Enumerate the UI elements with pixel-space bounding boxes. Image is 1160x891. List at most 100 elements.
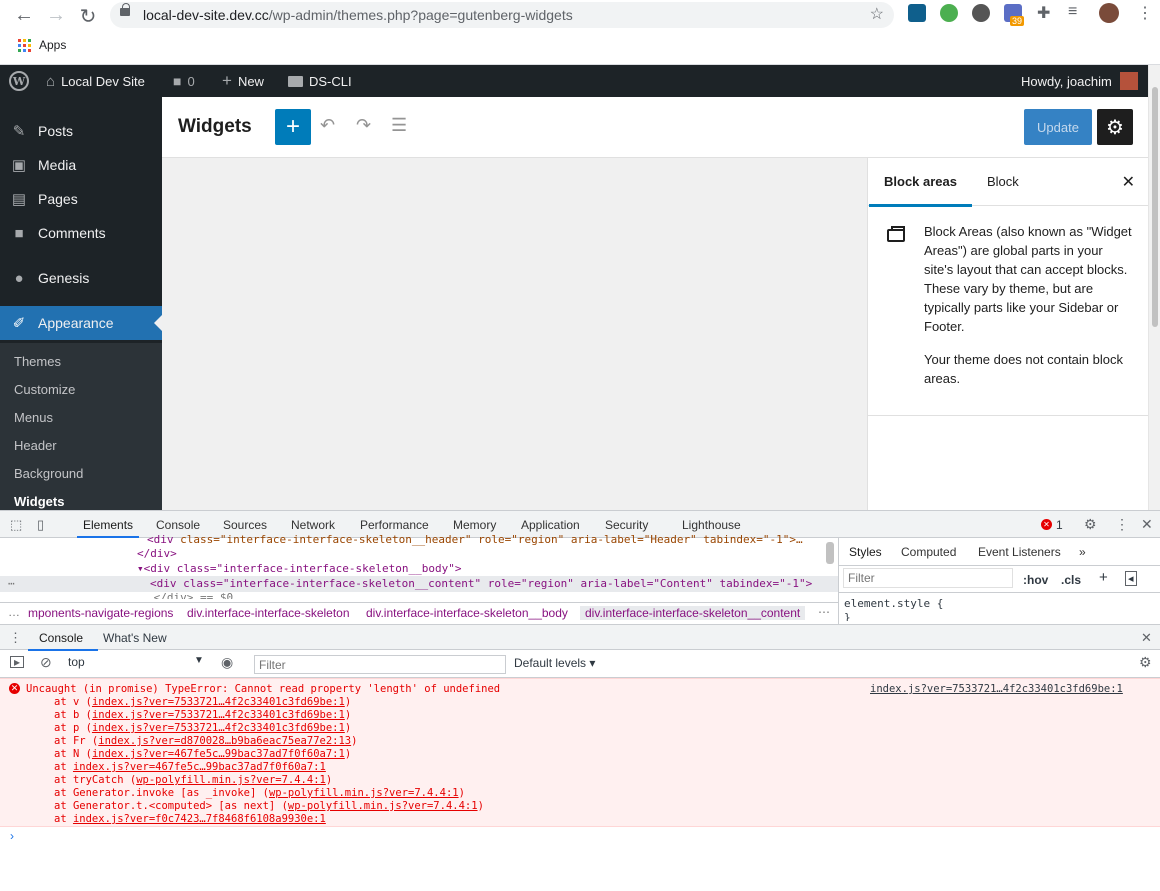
log-levels-select[interactable]: Default levels ▾	[514, 656, 595, 670]
ellipsis-icon[interactable]: …	[8, 605, 20, 619]
tab-block-areas[interactable]: Block areas	[869, 174, 972, 207]
element-style-rule[interactable]: element.style {	[844, 597, 943, 610]
breadcrumb-item[interactable]: mponents-navigate-regions	[28, 606, 173, 620]
context-select[interactable]: top ▼	[68, 655, 206, 673]
stack-frame-link[interactable]: index.js?ver=467fe5c…99bac37ad7f0f60a7:1	[73, 761, 326, 773]
menu-kebab-icon[interactable]: ⋮	[1115, 516, 1129, 533]
comments-link[interactable]: ■ 0	[173, 65, 195, 97]
my-account-link[interactable]: Howdy, joachim	[1021, 65, 1138, 97]
stack-frame-link[interactable]: index.js?ver=7533721…4f2c33401c3fd69be:1	[92, 709, 345, 721]
error-text[interactable]: Uncaught (in promise) TypeError: Cannot …	[26, 683, 500, 695]
analytics-extension-icon[interactable]	[908, 4, 926, 22]
dom-line[interactable]: </div>	[137, 547, 177, 560]
tab-console[interactable]: Console	[156, 518, 200, 532]
error-count[interactable]: 1	[1056, 518, 1063, 532]
extension-icon[interactable]	[972, 4, 990, 22]
puzzle-icon[interactable]: ✚	[1037, 3, 1050, 23]
submenu-header[interactable]: Header	[14, 438, 57, 453]
console-prompt-icon[interactable]: ›	[10, 829, 14, 843]
hov-toggle[interactable]: :hov	[1023, 573, 1048, 587]
submenu-menus[interactable]: Menus	[14, 410, 53, 425]
tab-elements[interactable]: Elements	[76, 518, 140, 538]
close-icon[interactable]: ✕	[1122, 172, 1135, 192]
dom-line[interactable]: …</div> == $0	[147, 591, 233, 599]
tab-event-listeners[interactable]: Event Listeners	[978, 545, 1061, 559]
sidebar-item-comments[interactable]: ■ Comments	[0, 216, 162, 250]
media-queue-icon[interactable]: ≡	[1068, 3, 1077, 21]
menu-kebab-icon[interactable]: ⋮	[1137, 3, 1153, 23]
profile-avatar[interactable]	[1099, 3, 1119, 23]
tab-network[interactable]: Network	[291, 518, 335, 532]
submenu-customize[interactable]: Customize	[14, 382, 75, 397]
breadcrumb-item[interactable]: div.interface-interface-skeleton__body	[366, 606, 568, 620]
add-block-button[interactable]: +	[275, 109, 311, 145]
sidebar-item-media[interactable]: ▣ Media	[0, 148, 162, 182]
stack-frame-link[interactable]: index.js?ver=467fe5c…99bac37ad7f0f60a7:1	[92, 748, 345, 760]
update-button[interactable]: Update	[1024, 109, 1092, 145]
breadcrumb-item-selected[interactable]: div.interface-interface-skeleton__conten…	[580, 606, 806, 620]
tab-lighthouse[interactable]: Lighthouse	[682, 518, 741, 532]
drawer-tab-console[interactable]: Console	[39, 631, 83, 645]
gear-icon[interactable]: ⚙	[1139, 654, 1152, 671]
stack-frame-link[interactable]: index.js?ver=7533721…4f2c33401c3fd69be:1	[92, 696, 345, 708]
page-scrollbar[interactable]	[1148, 65, 1160, 510]
chrome-extension-icon[interactable]	[940, 4, 958, 22]
cls-toggle[interactable]: .cls	[1061, 573, 1081, 587]
sidebar-item-pages[interactable]: ▤ Pages	[0, 182, 162, 216]
more-tabs-icon[interactable]: »	[1079, 545, 1086, 559]
submenu-background[interactable]: Background	[14, 466, 83, 481]
error-icon[interactable]: ✕	[1041, 519, 1052, 530]
tab-security[interactable]: Security	[605, 518, 648, 532]
inspect-icon[interactable]: ⬚	[10, 517, 22, 533]
tab-styles[interactable]: Styles	[849, 545, 882, 559]
scroll-thumb[interactable]	[1152, 87, 1158, 327]
sidebar-item-posts[interactable]: ✎ Posts	[0, 114, 162, 148]
stack-frame-link[interactable]: index.js?ver=f0c7423…7f8468f6108a9930e:1	[73, 813, 326, 825]
wp-logo-button[interactable]: W	[9, 65, 29, 97]
reload-icon[interactable]: ↻	[76, 4, 100, 29]
add-rule-icon[interactable]: +	[1099, 569, 1108, 586]
sidebar-toggle-icon[interactable]: ◂	[1125, 571, 1137, 586]
breadcrumb-item[interactable]: div.interface-interface-skeleton	[187, 606, 350, 620]
redo-icon[interactable]: ↷	[356, 115, 371, 136]
console-filter-input[interactable]	[254, 655, 506, 674]
eye-icon[interactable]: ◉	[221, 654, 233, 671]
undo-icon[interactable]: ↶	[320, 115, 335, 136]
device-toolbar-icon[interactable]: ▯	[37, 517, 44, 533]
bookmark-apps[interactable]: Apps	[18, 38, 66, 53]
close-icon[interactable]: ✕	[1141, 516, 1153, 533]
gear-icon[interactable]: ⚙	[1084, 516, 1097, 533]
bookmark-star-icon[interactable]: ☆	[870, 4, 884, 24]
tab-block[interactable]: Block	[987, 174, 1019, 189]
tab-computed[interactable]: Computed	[901, 545, 956, 559]
sidebar-item-genesis[interactable]: ● Genesis	[0, 261, 162, 295]
error-source-link[interactable]: index.js?ver=7533721…4f2c33401c3fd69be:1	[870, 683, 1123, 695]
settings-button[interactable]: ⚙	[1097, 109, 1133, 145]
dom-line[interactable]: <div class="interface-interface-skeleton…	[147, 533, 803, 546]
submenu-themes[interactable]: Themes	[14, 354, 61, 369]
tab-sources[interactable]: Sources	[223, 518, 267, 532]
new-content-link[interactable]: + New	[222, 65, 264, 97]
ellipsis-icon[interactable]: ⋯	[818, 605, 830, 619]
forward-icon[interactable]: →	[44, 4, 68, 27]
address-bar[interactable]: local-dev-site.dev.cc/wp-admin/themes.ph…	[110, 2, 894, 28]
submenu-widgets[interactable]: Widgets	[14, 494, 64, 509]
back-icon[interactable]: ←	[12, 4, 36, 27]
editor-canvas[interactable]	[162, 158, 867, 510]
styles-filter-input[interactable]	[843, 568, 1013, 588]
tab-memory[interactable]: Memory	[453, 518, 496, 532]
tab-performance[interactable]: Performance	[360, 518, 429, 532]
dom-line-selected[interactable]: ⋯ <div class="interface-interface-skeleto…	[0, 576, 838, 592]
clear-console-icon[interactable]: ⊘	[40, 654, 52, 671]
stack-frame-link[interactable]: wp-polyfill.min.js?ver=7.4.4:1	[269, 787, 459, 799]
stack-frame-link[interactable]: index.js?ver=7533721…4f2c33401c3fd69be:1	[92, 722, 345, 734]
dom-line[interactable]: ▾<div class="interface-interface-skeleto…	[137, 562, 462, 575]
stack-frame-link[interactable]: wp-polyfill.min.js?ver=7.4.4:1	[288, 800, 478, 812]
stack-frame-link[interactable]: index.js?ver=d870028…b9ba6eac75ea77e2:13	[98, 735, 351, 747]
sidebar-toggle-icon[interactable]: ▸	[10, 656, 24, 668]
dscli-link[interactable]: DS-CLI	[288, 65, 352, 97]
tab-application[interactable]: Application	[521, 518, 580, 532]
close-icon[interactable]: ✕	[1141, 630, 1152, 646]
stack-frame-link[interactable]: wp-polyfill.min.js?ver=7.4.4:1	[136, 774, 326, 786]
drawer-tab-whats-new[interactable]: What's New	[103, 631, 167, 645]
